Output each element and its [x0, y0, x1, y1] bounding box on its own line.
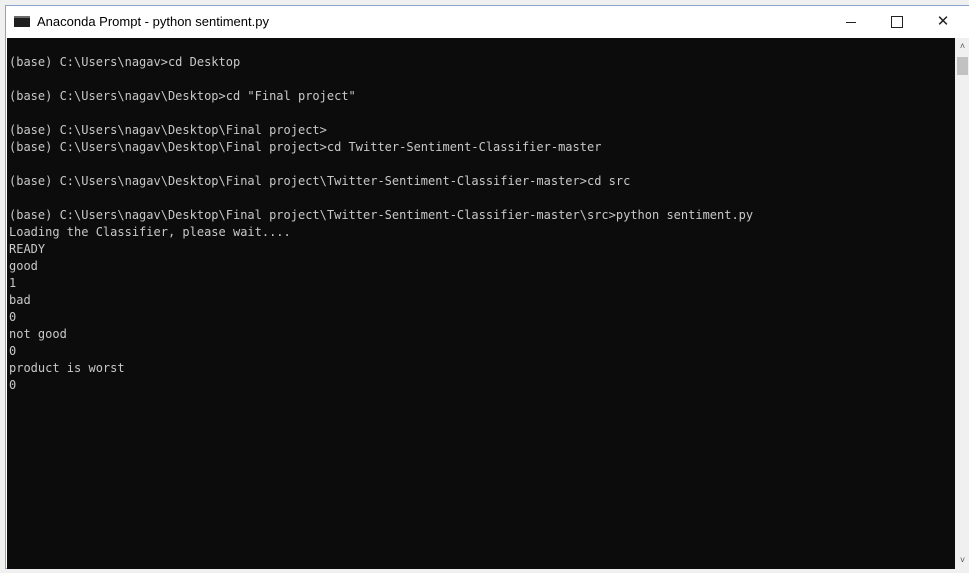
console-line: (base) C:\Users\nagav\Desktop\Final proj… [9, 140, 602, 154]
vertical-scrollbar[interactable]: ˄ ˅ [955, 38, 969, 569]
terminal-icon [14, 16, 30, 27]
close-button[interactable]: ✕ [920, 6, 966, 38]
console-line: (base) C:\Users\nagav\Desktop\Final proj… [9, 208, 754, 222]
console-output[interactable]: (base) C:\Users\nagav>cd Desktop (base) … [7, 38, 955, 569]
console-line: (base) C:\Users\nagav>cd Desktop [9, 55, 241, 69]
window-title: Anaconda Prompt - python sentiment.py [37, 14, 269, 29]
minimize-button[interactable] [828, 6, 874, 38]
chevron-down-icon: ˅ [959, 555, 966, 565]
scroll-thumb[interactable] [957, 57, 968, 75]
console-line: Loading the Classifier, please wait.... [9, 225, 291, 239]
console-line: (base) C:\Users\nagav\Desktop\Final proj… [9, 174, 631, 188]
chevron-up-icon: ˄ [959, 41, 966, 51]
title-bar[interactable]: Anaconda Prompt - python sentiment.py ✕ [6, 6, 969, 38]
console-line: (base) C:\Users\nagav\Desktop\Final proj… [9, 123, 327, 137]
console-line: product is worst [9, 361, 125, 375]
console-line: not good [9, 327, 67, 341]
console-line: 1 [9, 276, 17, 290]
close-icon: ✕ [936, 13, 950, 30]
console-line: 0 [9, 310, 17, 324]
maximize-icon [891, 16, 903, 29]
maximize-button[interactable] [874, 6, 920, 38]
console-line: (base) C:\Users\nagav\Desktop>cd "Final … [9, 89, 356, 103]
console-window: Anaconda Prompt - python sentiment.py ✕ … [5, 5, 969, 569]
console-line: 0 [9, 378, 17, 392]
console-lines: (base) C:\Users\nagav>cd Desktop (base) … [9, 54, 753, 394]
console-line: bad [9, 293, 31, 307]
console-line: READY [9, 242, 46, 256]
scroll-up-button[interactable]: ˄ [955, 38, 969, 55]
console-line: good [9, 259, 38, 273]
scroll-down-button[interactable]: ˅ [955, 552, 969, 569]
minimize-icon [846, 21, 856, 23]
console-line: 0 [9, 344, 17, 358]
